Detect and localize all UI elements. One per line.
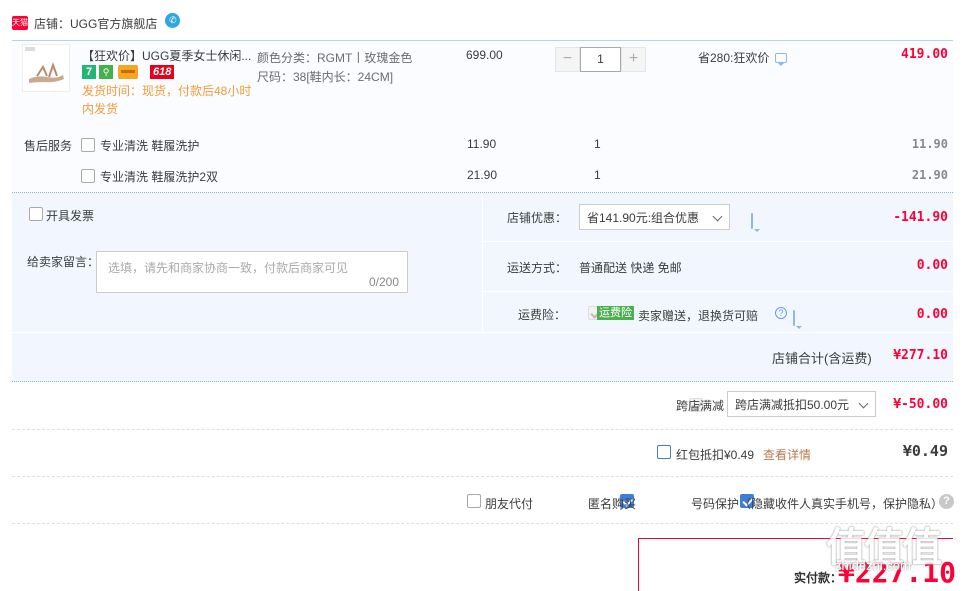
divider bbox=[12, 523, 953, 524]
shop-header: 天猫 店铺：UGG官方旗舰店 ✆ bbox=[12, 12, 181, 34]
service-qty: 1 bbox=[594, 137, 601, 151]
seven-day-return-icon: 7 bbox=[82, 65, 96, 79]
panel-divider bbox=[482, 291, 953, 292]
shop-discount-select[interactable]: 省141.90元:组合优惠 bbox=[579, 204, 730, 230]
panel-divider bbox=[12, 332, 953, 333]
service-checkbox[interactable] bbox=[81, 169, 95, 183]
sku-color: 颜色分类：RGMT丨玫瑰金色 bbox=[257, 51, 413, 65]
service-icon: ⚲ bbox=[99, 65, 113, 79]
ship-time-text: 发货时间：现货，付款后48小时内发货 bbox=[82, 84, 252, 116]
message-placeholder: 选填，请先和商家协商一致，付款后商家可见 bbox=[108, 261, 349, 275]
service-name: 专业清洗 鞋履洗护2双 bbox=[100, 170, 219, 184]
chevron-down-icon bbox=[712, 211, 723, 222]
sku-size: 尺码：38[鞋内长：24CM] bbox=[257, 70, 394, 84]
phone-protect-label: 号码保护（隐藏收件人真实手机号，保护隐私） bbox=[691, 497, 944, 511]
insurance-amount: 0.00 bbox=[916, 307, 948, 322]
item-discount: 省280:狂欢价 bbox=[698, 49, 788, 66]
service-qty: 1 bbox=[594, 168, 601, 182]
insurance-text: 卖家赠送，退换货可赔 bbox=[638, 309, 759, 323]
shop-discount-label: 店铺优惠： bbox=[507, 211, 568, 225]
anonymous-label: 匿名购买 bbox=[588, 497, 637, 511]
tmall-logo-icon: 天猫 bbox=[12, 16, 28, 30]
panel-divider bbox=[482, 193, 483, 332]
qty-minus-button[interactable]: − bbox=[555, 47, 580, 72]
after-sales-label: 售后服务 bbox=[24, 139, 73, 153]
divider bbox=[12, 476, 953, 477]
qty-input[interactable]: 1 bbox=[580, 47, 621, 72]
product-title-link[interactable]: 【狂欢价】UGG夏季女士休闲... bbox=[82, 47, 252, 64]
watermark-url: zhidezhi.com bbox=[835, 558, 911, 573]
cross-shop-select[interactable]: 跨店满减抵扣50.00元 bbox=[727, 391, 876, 417]
comment-icon[interactable] bbox=[751, 213, 753, 229]
help-icon[interactable]: ? bbox=[939, 494, 954, 509]
shop-name-link[interactable]: 店铺：UGG官方旗舰店 bbox=[34, 15, 157, 32]
cross-shop-value: 跨店满减抵扣50.00元 bbox=[735, 397, 850, 412]
divider bbox=[12, 429, 953, 430]
delivery-amount: 0.00 bbox=[916, 258, 948, 273]
red-packet-amount: ¥0.49 bbox=[902, 442, 948, 460]
red-packet-label: 红包抵扣¥0.49 bbox=[676, 448, 755, 462]
chat-icon[interactable]: ✆ bbox=[165, 12, 181, 28]
service-icons: 7 ⚲ 618 bbox=[82, 65, 175, 79]
unit-price: 699.00 bbox=[466, 48, 503, 62]
invoice-checkbox[interactable] bbox=[29, 207, 43, 221]
message-textarea[interactable]: 选填，请先和商家协商一致，付款后商家可见 0/200 bbox=[96, 251, 408, 293]
shop-total-label: 店铺合计(含运费) bbox=[772, 351, 872, 366]
item-amount: 419.00 bbox=[901, 47, 948, 62]
invoice-label: 开具发票 bbox=[46, 209, 95, 223]
cross-shop-amount: ¥-50.00 bbox=[893, 397, 948, 412]
service-checkbox[interactable] bbox=[81, 138, 95, 152]
qty-plus-button[interactable]: + bbox=[621, 47, 646, 72]
service-name: 专业清洗 鞋履洗护 bbox=[100, 139, 200, 153]
shop-total-amount: ¥277.10 bbox=[893, 348, 948, 363]
message-counter: 0/200 bbox=[368, 275, 399, 289]
product-thumbnail[interactable] bbox=[22, 44, 70, 92]
shop-discount-value: 省141.90元:组合优惠 bbox=[587, 210, 700, 225]
message-label: 给卖家留言： bbox=[27, 255, 100, 269]
insurance-label: 运费险： bbox=[518, 308, 567, 322]
credit-card-icon bbox=[118, 65, 138, 79]
insurance-tag: 运费险 bbox=[597, 306, 634, 320]
delivery-label: 运送方式： bbox=[507, 261, 568, 275]
service-amount: 21.90 bbox=[911, 168, 948, 182]
comment-icon[interactable] bbox=[775, 52, 788, 66]
promo-618-icon: 618 bbox=[150, 65, 175, 79]
delivery-value: 普通配送 快递 免邮 bbox=[579, 261, 682, 275]
service-amount: 11.90 bbox=[911, 137, 948, 151]
cross-shop-label: 跨店满减 bbox=[676, 399, 725, 413]
service-price: 21.90 bbox=[467, 168, 498, 182]
panel-divider bbox=[482, 241, 953, 242]
sandal-image-icon bbox=[25, 47, 64, 83]
help-icon[interactable]: ? bbox=[775, 307, 787, 319]
friend-pay-label: 朋友代付 bbox=[485, 497, 534, 511]
service-price: 11.90 bbox=[467, 137, 497, 151]
red-packet-checkbox[interactable] bbox=[657, 445, 671, 459]
friend-pay-checkbox[interactable] bbox=[467, 494, 481, 508]
red-packet-detail-link[interactable]: 查看详情 bbox=[763, 446, 811, 463]
quantity-stepper: − 1 + bbox=[555, 47, 646, 72]
shop-discount-amount: -141.90 bbox=[893, 210, 948, 225]
item-discount-text: 省280:狂欢价 bbox=[698, 51, 770, 65]
